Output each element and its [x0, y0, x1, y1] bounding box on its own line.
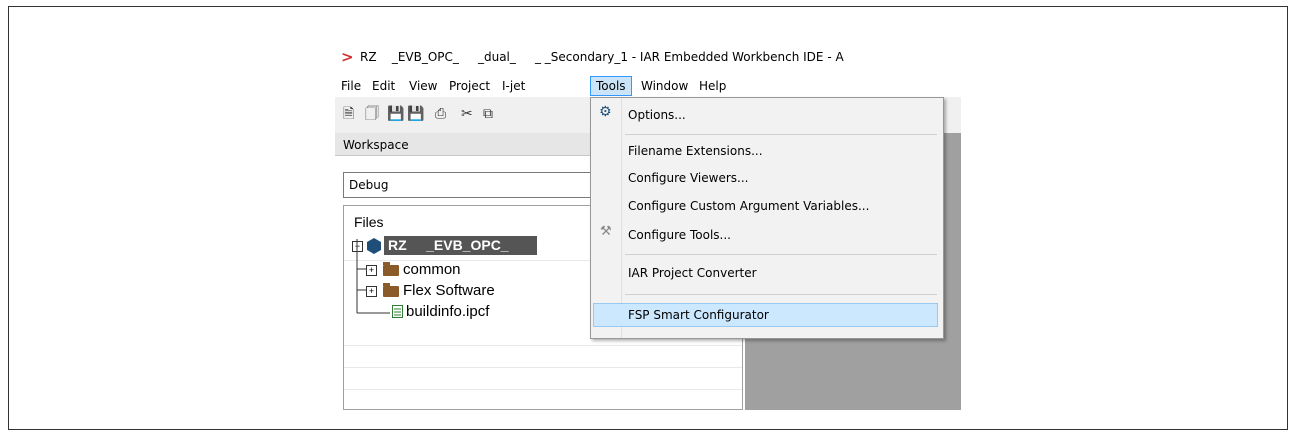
new-file-icon[interactable]: 🗎: [343, 107, 357, 121]
menu-item-iar-project-converter[interactable]: IAR Project Converter: [628, 266, 757, 280]
menu-bar: File Edit View Project I-jet Tools Windo…: [335, 75, 961, 97]
menu-item-configure-tools[interactable]: Configure Tools...: [628, 228, 731, 242]
menu-view[interactable]: View: [409, 79, 437, 93]
menu-window[interactable]: Window: [641, 79, 688, 93]
menu-item-configure-custom-argument-variables[interactable]: Configure Custom Argument Variables...: [628, 199, 869, 213]
menu-edit[interactable]: Edit: [372, 79, 395, 93]
row-divider: [344, 367, 742, 368]
gear-icon: ⚙: [599, 104, 612, 120]
tree-lines: [356, 239, 368, 285]
configuration-value: Debug: [349, 178, 389, 192]
window-title: RZ _EVB_OPC_ _dual_ _ _Secondary_1 - IAR…: [360, 50, 844, 64]
copy-icon[interactable]: ⧉: [483, 107, 497, 121]
ide-window: > RZ _EVB_OPC_ _dual_ _ _Secondary_1 - I…: [335, 41, 961, 410]
menu-item-fsp-smart-configurator[interactable]: FSP Smart Configurator: [628, 308, 769, 322]
print-icon[interactable]: ⎙: [435, 107, 449, 121]
workspace-title: Workspace: [343, 138, 409, 152]
menu-separator: [625, 294, 937, 295]
save-icon[interactable]: 💾: [387, 107, 404, 121]
tools-menu: ⚙ Options... Filename Extensions... Conf…: [590, 97, 944, 339]
node-label: common: [403, 261, 461, 278]
project-icon: [367, 238, 381, 254]
menu-ijet[interactable]: I-jet: [502, 79, 525, 93]
open-file-icon[interactable]: 🗍: [365, 107, 379, 121]
cut-icon[interactable]: ✂: [461, 107, 475, 121]
tree-lines: [356, 301, 390, 314]
menu-item-options[interactable]: Options...: [628, 108, 686, 122]
node-label: Flex Software: [403, 282, 495, 299]
menu-separator: [625, 254, 937, 255]
expand-icon[interactable]: +: [366, 265, 377, 276]
expand-icon[interactable]: +: [366, 286, 377, 297]
row-divider: [344, 389, 742, 390]
node-label: buildinfo.ipcf: [406, 303, 490, 320]
menu-tools[interactable]: Tools: [590, 76, 632, 96]
menu-file[interactable]: File: [341, 79, 361, 93]
menu-item-configure-viewers[interactable]: Configure Viewers...: [628, 171, 748, 185]
menu-help[interactable]: Help: [699, 79, 726, 93]
title-bar: > RZ _EVB_OPC_ _dual_ _ _Secondary_1 - I…: [335, 41, 961, 75]
menu-separator: [625, 134, 937, 135]
file-icon: [392, 305, 403, 318]
menu-item-filename-extensions[interactable]: Filename Extensions...: [628, 144, 763, 158]
iar-arrow-icon: >: [341, 48, 354, 66]
tools-icon: ⚒: [600, 224, 612, 239]
row-divider: [344, 345, 742, 346]
folder-icon: [383, 283, 399, 297]
menu-project[interactable]: Project: [449, 79, 490, 93]
project-label: RZ _EVB_OPC_: [384, 236, 537, 255]
save-all-icon[interactable]: 💾: [407, 107, 424, 121]
folder-icon: [383, 262, 399, 276]
files-header: Files: [354, 214, 384, 230]
menu-icon-gutter: [591, 98, 622, 338]
